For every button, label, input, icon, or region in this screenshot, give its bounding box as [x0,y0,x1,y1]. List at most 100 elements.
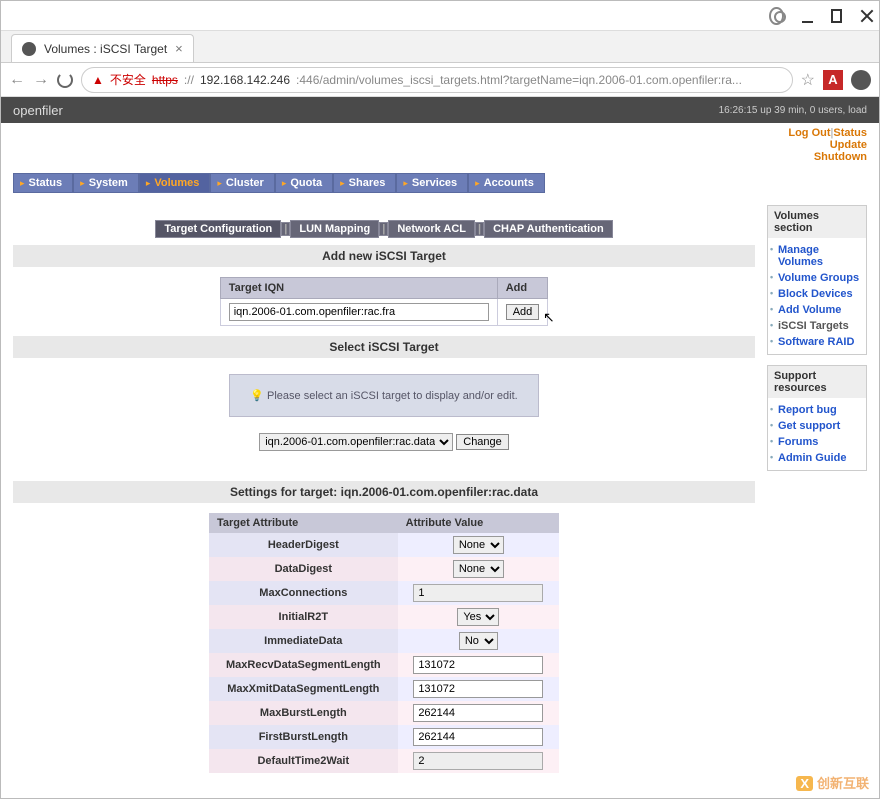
nav-label: Shares [349,177,386,189]
attr-select-initialr2t[interactable]: Yes [457,608,499,626]
subnav-network-acl[interactable]: Network ACL [388,220,475,238]
support-resources-title: Support resources [768,366,866,398]
nav-tab-quota[interactable]: ▸Quota [275,173,333,193]
nav-tab-shares[interactable]: ▸ Shares [333,173,396,193]
watermark: X创新互联 [796,773,869,792]
col-attribute-value: Attribute Value [398,513,559,533]
table-row: MaxXmitDataSegmentLength [209,677,559,701]
target-select[interactable]: iqn.2006-01.com.openfiler:rac.data [259,433,453,451]
change-button[interactable]: Change [456,434,509,450]
tab-close-icon[interactable]: × [175,41,183,56]
nav-label: Status [29,177,63,189]
sidebar-item-block-devices[interactable]: Block Devices [770,286,864,302]
extension-abp-icon[interactable] [851,70,871,90]
url-host: 192.168.142.246 [200,73,290,87]
attr-name: MaxXmitDataSegmentLength [209,677,398,701]
profile-icon[interactable] [769,7,784,25]
attr-value-cell: None [398,533,559,557]
support-resources-box: Support resources Report bugGet supportF… [767,365,867,471]
forward-button[interactable]: → [33,71,49,89]
sidebar-item-manage-volumes[interactable]: Manage Volumes [770,242,864,270]
logout-link[interactable]: Log Out [788,127,830,139]
attr-select-immediatedata[interactable]: No [459,632,498,650]
url-proto: https [152,73,178,87]
attr-value-cell: None [398,557,559,581]
attr-name: InitialR2T [209,605,398,629]
table-row: MaxRecvDataSegmentLength [209,653,559,677]
attr-select-headerdigest[interactable]: None [453,536,504,554]
target-iqn-input[interactable] [229,303,489,321]
hint-box: 💡 Please select an iSCSI target to displ… [229,374,538,417]
update-link[interactable]: Update [830,139,867,151]
attr-name: MaxRecvDataSegmentLength [209,653,398,677]
nav-label: Quota [290,177,322,189]
table-row: InitialR2T Yes [209,605,559,629]
nav-tab-services[interactable]: ▸Services [396,173,468,193]
browser-tab[interactable]: Volumes : iSCSI Target × [11,34,194,62]
reload-button[interactable] [57,72,73,88]
volumes-section-box: Volumes section Manage VolumesVolume Gro… [767,205,867,355]
col-target-attribute: Target Attribute [209,513,398,533]
attr-value-cell [398,749,559,773]
attr-name: HeaderDigest [209,533,398,557]
extension-a-icon[interactable]: A [823,70,843,90]
sidebar-item-report-bug[interactable]: Report bug [770,402,864,418]
nav-tab-accounts[interactable]: ▸Accounts [468,173,545,193]
attr-select-datadigest[interactable]: None [453,560,504,578]
url-field[interactable]: ▲ 不安全 https://192.168.142.246:446/admin/… [81,67,793,93]
add-target-table: Target IQN Add Add [220,277,549,326]
subnav-target-configuration[interactable]: Target Configuration [155,220,281,238]
attr-value-cell [398,677,559,701]
sidebar-item-volume-groups[interactable]: Volume Groups [770,270,864,286]
attr-name: ImmediateData [209,629,398,653]
attr-value-cell [398,653,559,677]
table-row: MaxBurstLength [209,701,559,725]
subnav-chap-authentication[interactable]: CHAP Authentication [484,220,613,238]
settings-heading: Settings for target: iqn.2006-01.com.ope… [13,481,755,503]
close-button[interactable] [860,9,871,23]
sidebar-item-software-raid[interactable]: Software RAID [770,334,864,350]
nav-tab-cluster[interactable]: ▸Cluster [210,173,274,193]
table-row: MaxConnections [209,581,559,605]
add-button[interactable]: Add [506,304,540,320]
minimize-button[interactable] [802,9,813,23]
url-path: :446/admin/volumes_iscsi_targets.html?ta… [296,73,742,87]
attr-input-maxconnections [413,584,543,602]
bullet-icon: ▸ [282,178,287,189]
attr-input-defaulttime2wait [413,752,543,770]
nav-tab-status[interactable]: ▸ Status [13,173,73,193]
subnav-lun-mapping[interactable]: LUN Mapping [290,220,379,238]
attr-input-firstburstlength[interactable] [413,728,543,746]
nav-tab-volumes[interactable]: ▸Volumes [139,173,211,193]
window-titlebar [1,1,879,31]
attr-value-cell [398,581,559,605]
attr-name: FirstBurstLength [209,725,398,749]
table-row: FirstBurstLength [209,725,559,749]
bullet-icon: ▸ [340,178,345,189]
nav-label: Services [412,177,457,189]
attr-name: DataDigest [209,557,398,581]
nav-label: System [89,177,128,189]
bookmark-star-icon[interactable]: ☆ [801,70,815,90]
add-target-heading: Add new iSCSI Target [13,245,755,267]
table-row: ImmediateData No [209,629,559,653]
sidebar-item-forums[interactable]: Forums [770,434,864,450]
attr-input-maxburstlength[interactable] [413,704,543,722]
browser-tabbar: Volumes : iSCSI Target × [1,31,879,63]
bullet-icon: ▸ [146,178,151,189]
sidebar-item-get-support[interactable]: Get support [770,418,864,434]
attributes-table: Target Attribute Attribute Value HeaderD… [209,513,559,773]
status-link[interactable]: Status [833,127,867,139]
sidebar-item-admin-guide[interactable]: Admin Guide [770,450,864,466]
attr-input-maxxmitdatasegmentlength[interactable] [413,680,543,698]
nav-tab-system[interactable]: ▸System [73,173,139,193]
sidebar-item-add-volume[interactable]: Add Volume [770,302,864,318]
nav-label: Cluster [226,177,264,189]
bullet-icon: ▸ [20,178,25,189]
back-button[interactable]: ← [9,71,25,89]
bullet-icon: ▸ [475,178,480,189]
shutdown-link[interactable]: Shutdown [814,151,867,163]
attr-input-maxrecvdatasegmentlength[interactable] [413,656,543,674]
header-links: Log Out|Status Update Shutdown [1,123,879,173]
maximize-button[interactable] [831,9,843,23]
